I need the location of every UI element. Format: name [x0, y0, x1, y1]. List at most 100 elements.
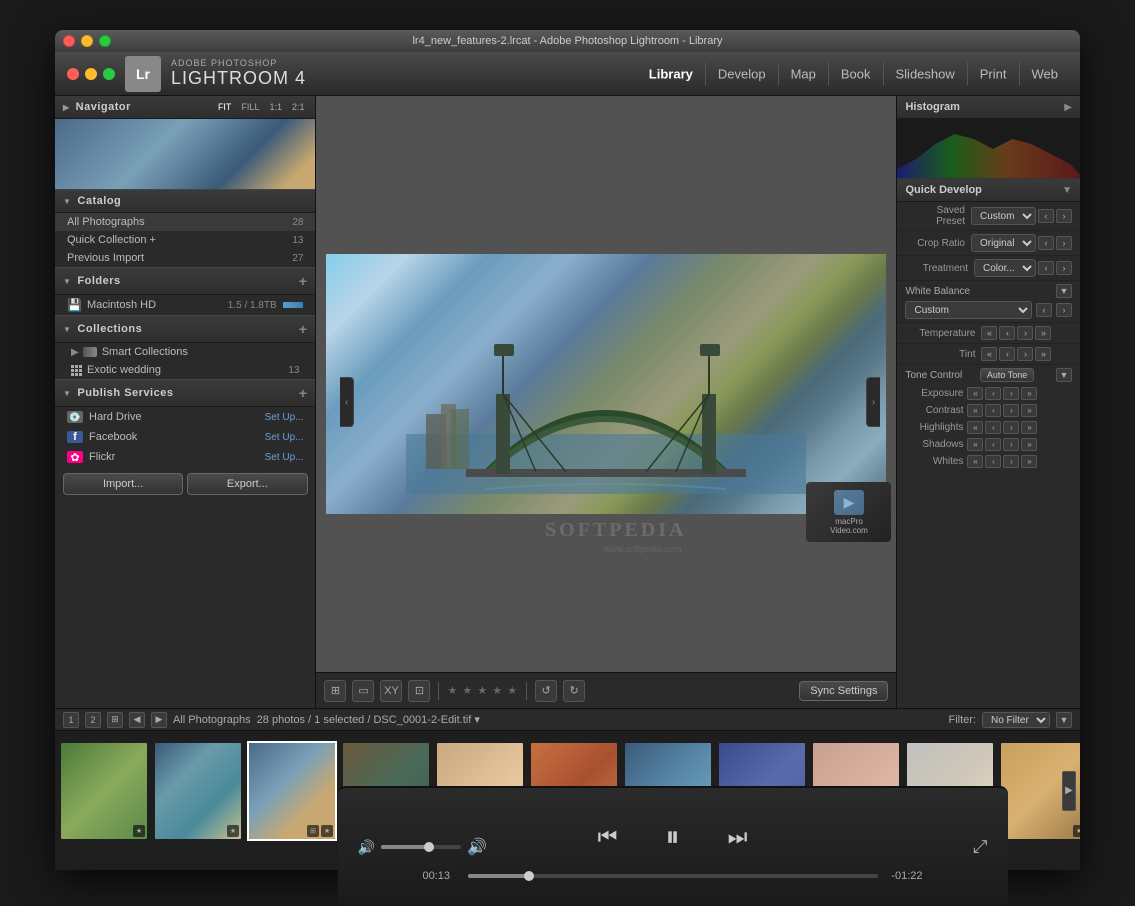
- saved-preset-select[interactable]: Custom: [971, 207, 1036, 225]
- grid-thumb-btn[interactable]: ⊞: [107, 712, 123, 728]
- page-1-btn[interactable]: 1: [63, 712, 79, 728]
- filter-select[interactable]: No Filter: [982, 712, 1050, 728]
- maximize-btn[interactable]: [99, 35, 111, 47]
- nav-book[interactable]: Book: [829, 62, 884, 85]
- nav-fit-2to1[interactable]: 2:1: [289, 101, 308, 113]
- nav-print[interactable]: Print: [968, 62, 1020, 85]
- nav-fit-1to1[interactable]: 1:1: [266, 101, 285, 113]
- auto-tone-btn[interactable]: Auto Tone: [980, 368, 1034, 382]
- import-button[interactable]: Import...: [63, 473, 183, 495]
- white-balance-prev[interactable]: ‹: [1036, 303, 1052, 317]
- skip-back-btn[interactable]: ⏮: [588, 817, 628, 857]
- nav-fit-fit[interactable]: FIT: [215, 101, 235, 113]
- nav-map[interactable]: Map: [779, 62, 829, 85]
- collections-header[interactable]: ▼ Collections +: [55, 315, 315, 343]
- whites-dec-large[interactable]: «: [967, 455, 983, 468]
- white-balance-next[interactable]: ›: [1056, 303, 1072, 317]
- catalog-all-photos[interactable]: All Photographs 28: [55, 213, 315, 231]
- catalog-quick-collection[interactable]: Quick Collection + 13: [55, 231, 315, 249]
- tint-inc-large[interactable]: »: [1035, 347, 1051, 361]
- white-balance-select[interactable]: Custom: [905, 301, 1032, 319]
- star-rating[interactable]: ★ ★ ★ ★ ★: [447, 684, 518, 697]
- crop-ratio-select[interactable]: Original: [971, 234, 1036, 252]
- contrast-dec-small[interactable]: ‹: [985, 404, 1001, 417]
- compare-view-btn[interactable]: XY: [380, 680, 402, 702]
- volume-slider[interactable]: [381, 845, 461, 849]
- flickr-setup-btn[interactable]: Set Up...: [265, 452, 304, 463]
- highlights-inc-small[interactable]: ›: [1003, 421, 1019, 434]
- thumb-1[interactable]: ★: [59, 741, 149, 841]
- app-close-btn[interactable]: [67, 68, 79, 80]
- filter-expand-btn[interactable]: ▼: [1056, 712, 1072, 728]
- contrast-dec-large[interactable]: «: [967, 404, 983, 417]
- shadows-dec-large[interactable]: «: [967, 438, 983, 451]
- catalog-previous-import[interactable]: Previous Import 27: [55, 249, 315, 267]
- white-balance-expand[interactable]: ▼: [1056, 284, 1072, 298]
- collections-add-btn[interactable]: +: [299, 321, 308, 337]
- collection-exotic-wedding[interactable]: Exotic wedding 13: [55, 361, 315, 379]
- exposure-dec-small[interactable]: ‹: [985, 387, 1001, 400]
- whites-dec-small[interactable]: ‹: [985, 455, 1001, 468]
- exposure-inc-small[interactable]: ›: [1003, 387, 1019, 400]
- loupe-view-btn[interactable]: ▭: [352, 680, 374, 702]
- crop-ratio-prev[interactable]: ‹: [1038, 236, 1054, 250]
- collection-smart[interactable]: ▶ Smart Collections: [55, 343, 315, 361]
- temp-inc-small[interactable]: ›: [1017, 326, 1033, 340]
- nav-next-btn[interactable]: ▶: [151, 712, 167, 728]
- facebook-setup-btn[interactable]: Set Up...: [265, 432, 304, 443]
- tint-inc-small[interactable]: ›: [1017, 347, 1033, 361]
- harddrive-setup-btn[interactable]: Set Up...: [265, 412, 304, 423]
- navigator-header[interactable]: ▶ Navigator FIT FILL 1:1 2:1: [55, 96, 315, 119]
- temp-dec-small[interactable]: ‹: [999, 326, 1015, 340]
- shadows-inc-large[interactable]: »: [1021, 438, 1037, 451]
- treatment-prev[interactable]: ‹: [1038, 261, 1054, 275]
- close-btn[interactable]: [63, 35, 75, 47]
- thumb-2[interactable]: ★: [153, 741, 243, 841]
- temp-inc-large[interactable]: »: [1035, 326, 1051, 340]
- publish-harddrive[interactable]: 💽 Hard Drive Set Up...: [55, 407, 315, 427]
- treatment-next[interactable]: ›: [1056, 261, 1072, 275]
- fullscreen-btn[interactable]: ⤢: [973, 837, 987, 858]
- saved-preset-next[interactable]: ›: [1056, 209, 1072, 223]
- tone-control-expand[interactable]: ▼: [1056, 368, 1072, 382]
- highlights-dec-small[interactable]: ‹: [985, 421, 1001, 434]
- folders-header[interactable]: ▼ Folders +: [55, 267, 315, 295]
- folders-add-btn[interactable]: +: [299, 273, 308, 289]
- crop-ratio-next[interactable]: ›: [1056, 236, 1072, 250]
- exposure-dec-large[interactable]: «: [967, 387, 983, 400]
- publish-add-btn[interactable]: +: [299, 385, 308, 401]
- rotate-left-btn[interactable]: ↺: [535, 680, 557, 702]
- publish-facebook[interactable]: f Facebook Set Up...: [55, 427, 315, 447]
- shadows-inc-small[interactable]: ›: [1003, 438, 1019, 451]
- tint-dec-large[interactable]: «: [981, 347, 997, 361]
- publish-services-header[interactable]: ▼ Publish Services +: [55, 379, 315, 407]
- grid-view-btn[interactable]: ⊞: [324, 680, 346, 702]
- contrast-inc-large[interactable]: »: [1021, 404, 1037, 417]
- nav-fit-fill[interactable]: FILL: [238, 101, 262, 113]
- tint-dec-small[interactable]: ‹: [999, 347, 1015, 361]
- nav-web[interactable]: Web: [1020, 62, 1071, 85]
- thumb-3[interactable]: ⊞ ★: [247, 741, 337, 841]
- nav-slideshow[interactable]: Slideshow: [884, 62, 968, 85]
- saved-preset-prev[interactable]: ‹: [1038, 209, 1054, 223]
- treatment-select[interactable]: Color...: [974, 259, 1036, 277]
- exposure-inc-large[interactable]: »: [1021, 387, 1037, 400]
- pause-btn[interactable]: ⏸: [648, 812, 698, 862]
- survey-view-btn[interactable]: ⊡: [408, 680, 430, 702]
- app-maximize-btn[interactable]: [103, 68, 115, 80]
- rotate-right-btn[interactable]: ↻: [563, 680, 585, 702]
- shadows-dec-small[interactable]: ‹: [985, 438, 1001, 451]
- skip-forward-btn[interactable]: ⏭: [718, 817, 758, 857]
- nav-prev-btn[interactable]: ◀: [129, 712, 145, 728]
- highlights-dec-large[interactable]: «: [967, 421, 983, 434]
- catalog-header[interactable]: ▼ Catalog: [55, 189, 315, 213]
- volume-up-icon[interactable]: 🔊: [467, 837, 487, 857]
- collapse-right-btn[interactable]: ›: [866, 377, 880, 427]
- minimize-btn[interactable]: [81, 35, 93, 47]
- nav-develop[interactable]: Develop: [706, 62, 779, 85]
- contrast-inc-small[interactable]: ›: [1003, 404, 1019, 417]
- page-2-btn[interactable]: 2: [85, 712, 101, 728]
- app-minimize-btn[interactable]: [85, 68, 97, 80]
- export-button[interactable]: Export...: [187, 473, 307, 495]
- temp-dec-large[interactable]: «: [981, 326, 997, 340]
